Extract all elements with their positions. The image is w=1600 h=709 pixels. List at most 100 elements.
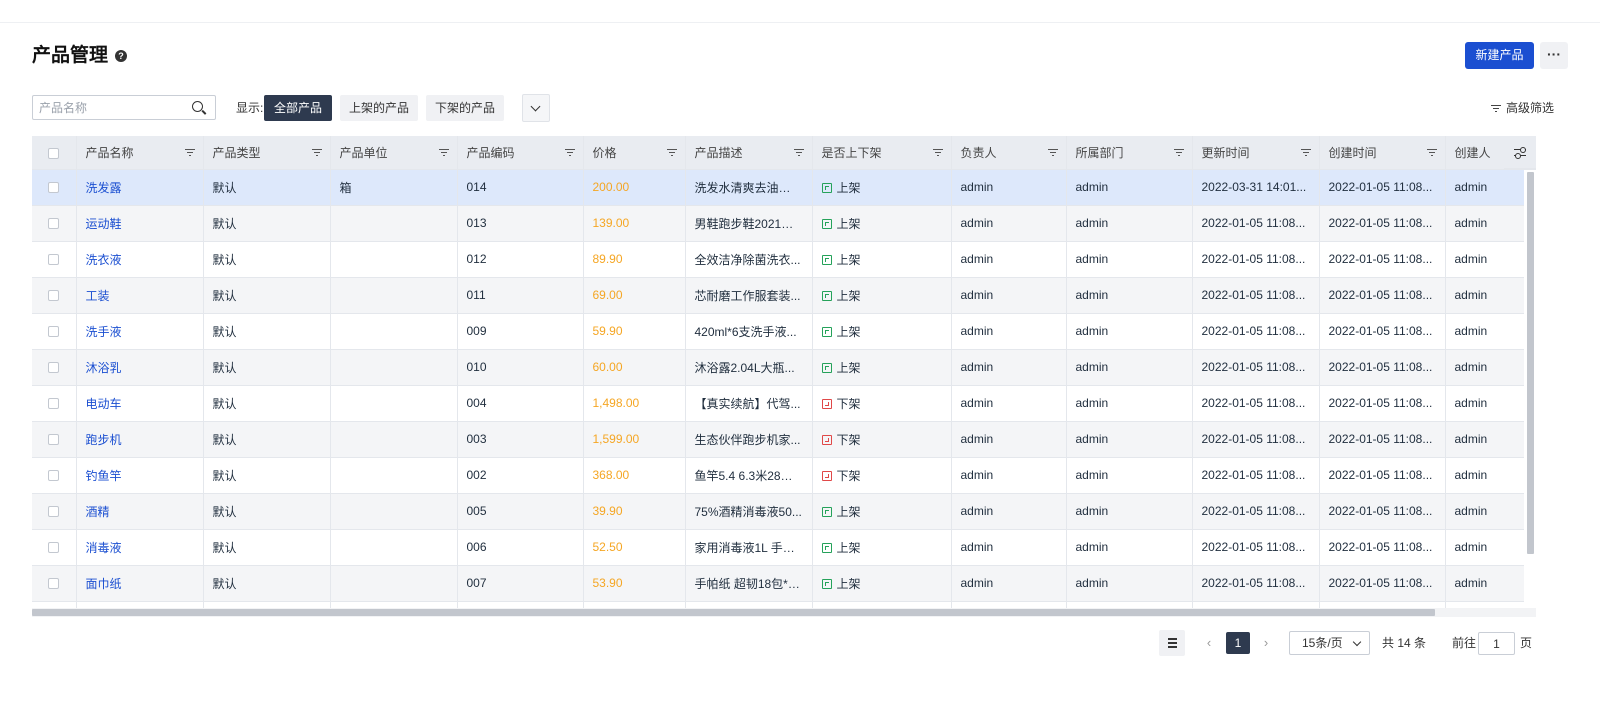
row-checkbox[interactable]	[48, 182, 60, 194]
row-checkbox[interactable]	[48, 542, 60, 554]
product-name-link[interactable]: 钓鱼竿	[86, 469, 122, 483]
table-row[interactable]: 运动鞋 默认 013 139.00 男鞋跑步鞋2021新... 上架 admin admin 2…	[32, 205, 1536, 242]
column-header[interactable]: 产品编码	[457, 136, 584, 170]
row-checkbox[interactable]	[48, 254, 60, 266]
product-name-link[interactable]: 面巾纸	[86, 577, 122, 591]
more-actions-button[interactable]: ···	[1540, 42, 1568, 69]
vertical-scrollbar-thumb[interactable]	[1527, 172, 1534, 554]
cell-dept: admin	[1066, 565, 1193, 602]
prev-page-icon[interactable]: ‹	[1199, 630, 1219, 656]
row-checkbox[interactable]	[48, 398, 60, 410]
column-header[interactable]: 产品名称	[76, 136, 204, 170]
product-name-link[interactable]: 沐浴乳	[86, 361, 122, 375]
row-checkbox-cell	[32, 277, 77, 314]
filter-icon[interactable]	[793, 149, 804, 157]
column-header[interactable]: 创建时间	[1319, 136, 1446, 170]
row-checkbox[interactable]	[48, 362, 60, 374]
page-size-select[interactable]: 15条/页	[1289, 631, 1370, 655]
column-header[interactable]: 产品描述	[685, 136, 813, 170]
cell-unit	[330, 277, 458, 314]
filter-icon[interactable]	[1300, 149, 1311, 157]
cell-code: 002	[457, 457, 584, 494]
product-name-link[interactable]: 洗手液	[86, 325, 122, 339]
table-row[interactable]: 钓鱼竿 默认 002 368.00 鱼竿5.4 6.3米28调... 下架 admin adm…	[32, 457, 1536, 494]
goto-page-input[interactable]	[1478, 632, 1515, 655]
cell-owner: admin	[951, 493, 1067, 530]
filter-icon[interactable]	[311, 149, 322, 157]
product-name-link[interactable]: 工装	[86, 289, 110, 303]
question-circle-icon[interactable]: ?	[115, 50, 127, 62]
row-checkbox[interactable]	[48, 470, 60, 482]
filter-icon[interactable]	[438, 149, 449, 157]
filter-icon[interactable]	[564, 149, 575, 157]
cell-type: 默认	[203, 277, 331, 314]
table-row[interactable]: 跑步机 默认 003 1,599.00 生态伙伴跑步机家... 下架 admin admin 2…	[32, 421, 1536, 458]
cell-created: 2022-01-05 11:08...	[1319, 313, 1446, 350]
cell-price: 69.00	[583, 277, 686, 314]
page-number-current[interactable]: 1	[1226, 632, 1250, 654]
off-shelf-icon	[821, 398, 832, 409]
chevron-down-icon[interactable]	[522, 94, 550, 122]
table-row[interactable]: 面巾纸 默认 007 53.90 手帕纸 超韧18包*4... 上架 admin admin 2…	[32, 565, 1536, 602]
page-suffix-label: 页	[1520, 636, 1533, 650]
table-row[interactable]: 酒精 默认 005 39.90 75%酒精消毒液50... 上架 admin admin 202…	[32, 493, 1536, 530]
search-icon[interactable]	[192, 101, 203, 112]
product-name-link[interactable]: 洗衣液	[86, 253, 122, 267]
row-checkbox[interactable]	[48, 218, 60, 230]
tab-off-shelf-products[interactable]: 下架的产品	[426, 95, 504, 121]
tab-all-products[interactable]: 全部产品	[264, 95, 332, 121]
status-label: 上架	[836, 288, 861, 303]
product-name-link[interactable]: 洗发露	[86, 181, 122, 195]
new-product-button[interactable]: 新建产品	[1465, 42, 1534, 69]
table-row[interactable]: 消毒液 默认 006 52.50 家用消毒液1L 手部... 上架 admin admin 20…	[32, 529, 1536, 566]
cell-updated: 2022-01-05 11:08...	[1192, 385, 1320, 422]
filter-icon[interactable]	[1173, 149, 1184, 157]
product-name-link[interactable]: 运动鞋	[86, 217, 122, 231]
product-name-link[interactable]: 跑步机	[86, 433, 122, 447]
cell-price: 60.00	[583, 349, 686, 386]
column-settings-icon[interactable]	[1504, 136, 1536, 169]
column-header[interactable]: 更新时间	[1192, 136, 1320, 170]
table-row[interactable]: 工装 默认 011 69.00 芯耐磨工作服套装... 上架 admin admin 2022-…	[32, 277, 1536, 314]
advanced-filter-button[interactable]: 高级筛选	[1490, 94, 1554, 122]
product-name-link[interactable]: 消毒液	[86, 541, 122, 555]
filter-icon[interactable]	[1426, 149, 1437, 157]
cell-type: 默认	[203, 313, 331, 350]
next-page-icon[interactable]: ›	[1256, 630, 1276, 656]
column-header[interactable]: 价格	[583, 136, 686, 170]
filter-icon[interactable]	[1047, 149, 1058, 157]
horizontal-scrollbar-thumb[interactable]	[32, 609, 1435, 616]
search-input[interactable]	[33, 96, 183, 119]
cell-type: 默认	[203, 529, 331, 566]
column-header[interactable]: 产品单位	[330, 136, 458, 170]
select-all-checkbox[interactable]	[48, 147, 60, 159]
list-icon[interactable]	[1159, 630, 1185, 656]
filter-icon[interactable]	[932, 149, 943, 157]
tab-on-shelf-products[interactable]: 上架的产品	[340, 95, 418, 121]
table-row[interactable]: 洗手液 默认 009 59.90 420ml*6支洗手液... 上架 admin admin 2…	[32, 313, 1536, 350]
cell-created: 2022-01-05 11:08...	[1319, 241, 1446, 278]
column-header[interactable]: 所属部门	[1066, 136, 1193, 170]
filter-icon[interactable]	[184, 149, 195, 157]
column-header[interactable]: 负责人	[951, 136, 1067, 170]
row-checkbox[interactable]	[48, 290, 60, 302]
off-shelf-icon	[821, 434, 832, 445]
cell-code: 010	[457, 349, 584, 386]
cell-price: 1,599.00	[583, 421, 686, 458]
column-header[interactable]: 是否上下架	[812, 136, 952, 170]
row-checkbox[interactable]	[48, 326, 60, 338]
row-checkbox-cell	[32, 493, 77, 530]
cell-desc: 【真实续航】代驾...	[685, 385, 813, 422]
product-name-link[interactable]: 酒精	[86, 505, 110, 519]
table-row[interactable]: 洗发露 默认箱 014 200.00 洗发水清爽去油型1... 上架 admin admin 2…	[32, 169, 1536, 206]
cell-creator: admin	[1445, 277, 1536, 314]
filter-icon[interactable]	[666, 149, 677, 157]
product-name-link[interactable]: 电动车	[86, 397, 122, 411]
table-row[interactable]: 洗衣液 默认 012 89.90 全效洁净除菌洗衣... 上架 admin admin 2022…	[32, 241, 1536, 278]
table-row[interactable]: 电动车 默认 004 1,498.00 【真实续航】代驾... 下架 admin admin 2…	[32, 385, 1536, 422]
row-checkbox[interactable]	[48, 578, 60, 590]
column-header[interactable]: 产品类型	[203, 136, 331, 170]
row-checkbox[interactable]	[48, 506, 60, 518]
table-row[interactable]: 沐浴乳 默认 010 60.00 沐浴露2.04L大瓶... 上架 admin admin 20…	[32, 349, 1536, 386]
row-checkbox[interactable]	[48, 434, 60, 446]
